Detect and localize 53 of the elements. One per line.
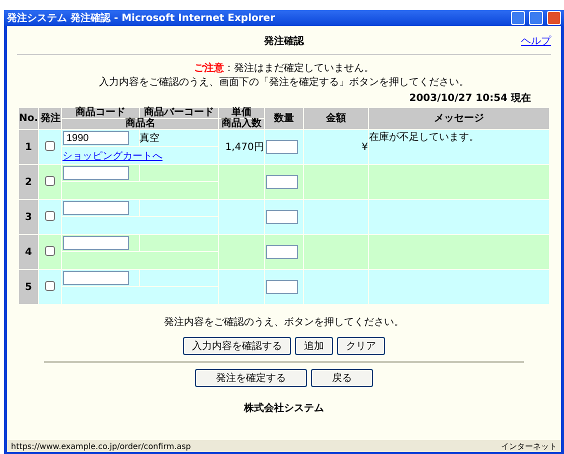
form-button[interactable]: クリア — [337, 337, 385, 355]
column-header: 商品名 — [62, 119, 218, 129]
barcode-text: 真空 — [140, 133, 160, 144]
form-button[interactable]: 戻る — [311, 369, 373, 387]
row-number: 2 — [19, 165, 38, 199]
form-button[interactable]: 入力内容を確認する — [183, 337, 291, 355]
minimize-icon[interactable] — [511, 11, 525, 25]
code-field[interactable] — [63, 271, 130, 285]
column-header: 金額 — [304, 108, 368, 129]
column-header: 単価 — [219, 108, 264, 118]
column-header: No. — [19, 108, 38, 129]
column-header: 商品バーコード — [140, 108, 218, 118]
code-field[interactable] — [63, 201, 130, 215]
footer-text: 株式会社システム — [244, 402, 324, 415]
column-header: メッセージ — [369, 108, 549, 129]
quantity-field[interactable] — [266, 245, 298, 259]
row-number: 4 — [19, 235, 38, 269]
unit-price: 1,470円 — [225, 142, 264, 153]
quantity-field[interactable] — [266, 280, 298, 294]
message-text: 在庫が不足しています。 — [369, 132, 479, 143]
notice-label: ご注意 — [194, 63, 224, 74]
column-header: 数量 — [264, 108, 303, 129]
maximize-icon[interactable] — [529, 11, 543, 25]
row-number: 5 — [19, 270, 38, 304]
page-title: 発注確認 — [264, 34, 304, 48]
notice-text: 入力内容をご確認のうえ、画面下の「発注を確定する」ボタンを押してください。 — [99, 77, 469, 88]
column-header: 商品入数 — [219, 119, 264, 129]
row-number: 1 — [19, 130, 38, 164]
column-header: 商品コード — [62, 108, 139, 118]
form-button[interactable]: 発注を確定する — [195, 369, 307, 387]
form-button[interactable]: 追加 — [295, 337, 333, 355]
timestamp: 2003/10/27 10:54 現在 — [409, 92, 531, 105]
order-checkbox[interactable] — [45, 140, 56, 150]
code-field[interactable] — [63, 236, 130, 250]
order-checkbox[interactable] — [45, 210, 56, 220]
quantity-field[interactable] — [266, 175, 298, 189]
status-url: https://www.example.co.jp/order/confirm.asp — [11, 442, 192, 450]
close-icon[interactable] — [547, 11, 561, 25]
notice-text: ：発注はまだ確定していません。 — [224, 63, 374, 74]
note-text: 発注内容をご確認のうえ、ボタンを押してください。 — [164, 317, 404, 328]
column-header: 発注 — [39, 108, 62, 129]
code-field[interactable] — [63, 166, 130, 180]
order-checkbox[interactable] — [45, 280, 56, 290]
quantity-field[interactable] — [266, 140, 298, 154]
status-zone: インターネット — [501, 440, 557, 452]
amount-text: ¥ — [362, 142, 368, 152]
help-link[interactable]: ヘルプ — [521, 34, 551, 48]
order-checkbox[interactable] — [45, 246, 56, 256]
window-title: 発注システム 発注確認 - Microsoft Internet Explorer — [7, 11, 276, 25]
code-field[interactable]: 1990 — [63, 131, 130, 145]
row-number: 3 — [19, 200, 38, 234]
order-checkbox[interactable] — [45, 176, 56, 186]
quantity-field[interactable] — [266, 210, 298, 224]
